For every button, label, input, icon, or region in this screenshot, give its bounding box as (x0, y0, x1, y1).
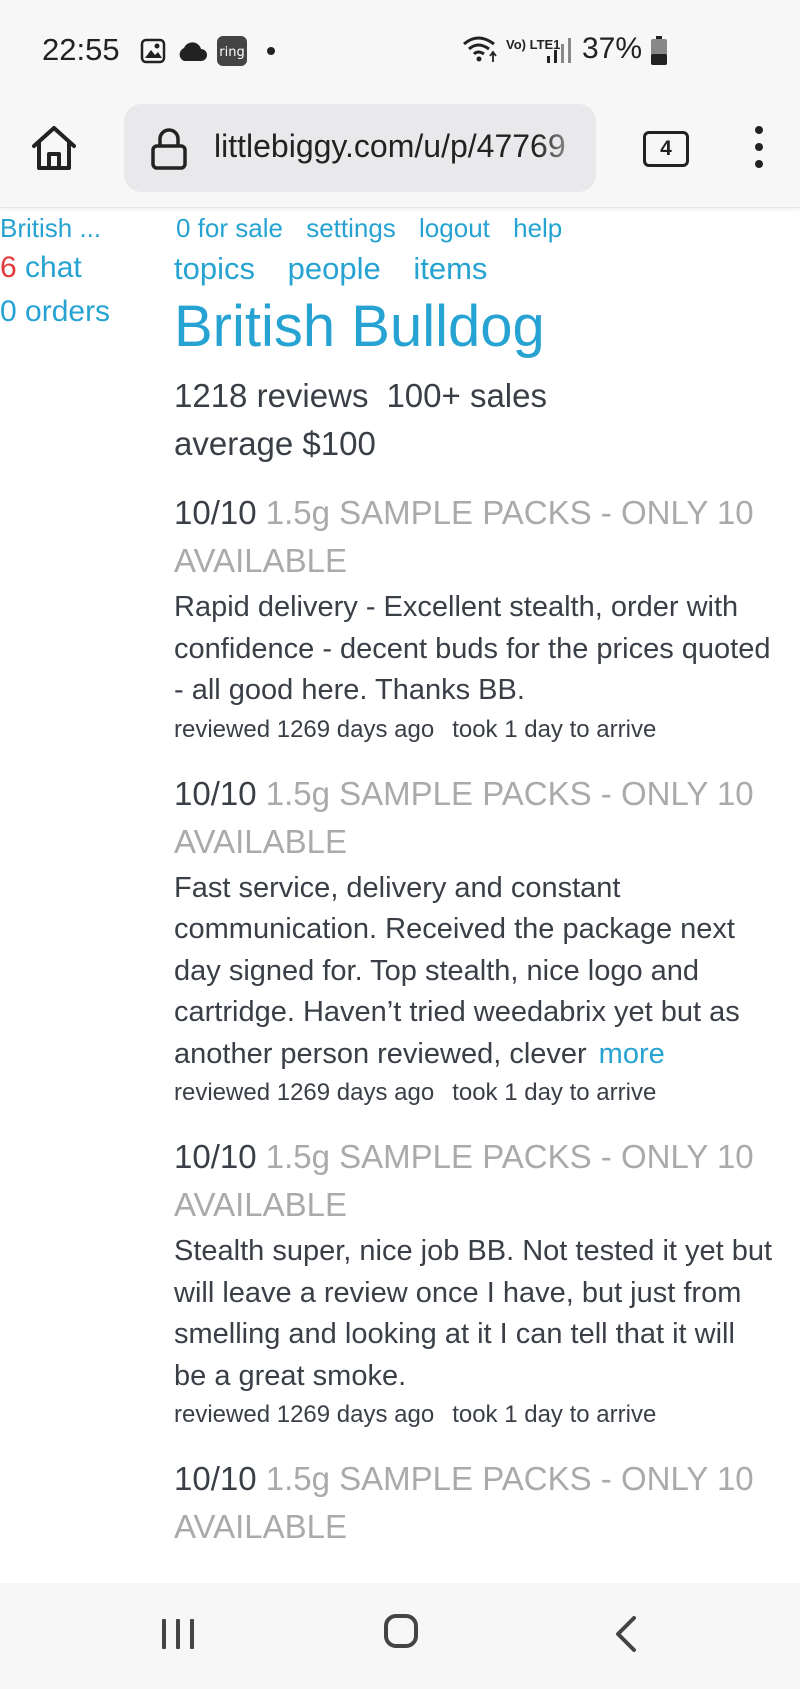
review-product-link[interactable]: 1.5g SAMPLE PACKS - ONLY 10 AVAILABLE (174, 1460, 754, 1545)
review-count: 1218 reviews (174, 377, 369, 414)
status-time: 22:55 (42, 32, 120, 67)
review-product-link[interactable]: 1.5g SAMPLE PACKS - ONLY 10 AVAILABLE (174, 775, 754, 860)
home-icon[interactable] (28, 122, 80, 174)
address-bar[interactable]: littlebiggy.com/u/p/47769 (124, 104, 596, 192)
review-text: Stealth super, nice job BB. Not tested i… (174, 1235, 773, 1392)
sidebar: British ... 6 chat 0 orders (0, 212, 160, 332)
review-item: 10/10 1.5g SAMPLE PACKS - ONLY 10 AVAILA… (174, 489, 774, 748)
review-product-link[interactable]: 1.5g SAMPLE PACKS - ONLY 10 AVAILABLE (174, 494, 754, 579)
nav-people-link[interactable]: people (288, 251, 381, 286)
review-arrival: took 1 day to arrive (452, 715, 657, 743)
back-icon[interactable] (612, 1615, 638, 1653)
recents-icon[interactable] (160, 1617, 196, 1651)
lock-icon[interactable] (150, 128, 188, 170)
review-score: 10/10 (174, 1138, 257, 1175)
nav-topics-link[interactable]: topics (174, 251, 255, 286)
sales-count: 100+ sales (386, 377, 547, 414)
review-item: 10/10 1.5g SAMPLE PACKS - ONLY 10 AVAILA… (174, 1133, 774, 1433)
sidebar-user-link[interactable]: British ... (0, 212, 160, 244)
logout-link[interactable]: logout (419, 213, 490, 243)
review-score: 10/10 (174, 1460, 257, 1497)
chat-count: 6 (0, 251, 17, 284)
sidebar-orders-link[interactable]: 0 orders (0, 292, 160, 332)
review-product-link[interactable]: 1.5g SAMPLE PACKS - ONLY 10 AVAILABLE (174, 1138, 754, 1223)
dot-icon (267, 47, 275, 55)
review-meta: reviewed 1269 days ago took 1 day to arri… (174, 1397, 774, 1433)
review-meta: reviewed 1269 days ago took 1 day to arri… (174, 712, 774, 748)
settings-link[interactable]: settings (306, 213, 396, 243)
tab-switcher-button[interactable]: 4 (643, 131, 689, 167)
help-link[interactable]: help (513, 213, 562, 243)
overflow-menu-icon[interactable] (752, 126, 766, 172)
ring-icon: ring (217, 36, 247, 66)
home-nav-icon[interactable] (383, 1613, 419, 1649)
review-date: reviewed 1269 days ago (174, 1079, 435, 1106)
reviews-list: 10/10 1.5g SAMPLE PACKS - ONLY 10 AVAILA… (174, 489, 774, 1573)
main-nav: topics people items (174, 249, 511, 289)
wifi-icon (463, 36, 497, 62)
review-date: reviewed 1269 days ago (174, 715, 435, 743)
review-header: 10/10 1.5g SAMPLE PACKS - ONLY 10 AVAILA… (174, 770, 774, 866)
review-text: Rapid delivery - Excellent stealth, orde… (174, 591, 771, 706)
signal-icon (547, 38, 571, 63)
url-text: littlebiggy.com/u/p/47769 (214, 128, 566, 164)
review-score: 10/10 (174, 494, 257, 531)
review-arrival: took 1 day to arrive (452, 1079, 657, 1106)
review-arrival: took 1 day to arrive (452, 1401, 657, 1428)
battery-percent: 37% (582, 32, 643, 65)
browser-toolbar: littlebiggy.com/u/p/47769 4 (0, 102, 800, 208)
review-text-container: Fast service, delivery and constant comm… (174, 868, 774, 1076)
system-nav-bar (0, 1583, 800, 1689)
page-title[interactable]: British Bulldog (174, 291, 545, 363)
for-sale-link[interactable]: 0 for sale (176, 213, 283, 243)
review-more-link[interactable]: more (599, 1038, 665, 1070)
image-icon (140, 38, 166, 64)
review-header: 10/10 1.5g SAMPLE PACKS - ONLY 10 AVAILA… (174, 1133, 774, 1229)
chat-label: chat (16, 251, 82, 284)
review-date: reviewed 1269 days ago (174, 1401, 435, 1428)
url-fade (536, 104, 596, 192)
battery-icon (651, 36, 667, 65)
account-links: 0 for sale settings logout help (176, 212, 578, 244)
status-bar: 22:55 ring Vo) LTE1 37% (0, 0, 800, 102)
average-price: average $100 (174, 425, 376, 462)
review-item: 10/10 1.5g SAMPLE PACKS - ONLY 10 AVAILA… (174, 770, 774, 1112)
svg-text:ring: ring (219, 45, 244, 60)
profile-stats: 1218 reviews 100+ sales average $100 (174, 372, 547, 468)
review-score: 10/10 (174, 774, 257, 812)
review-meta: reviewed 1269 days ago took 1 day to arri… (174, 1075, 774, 1111)
nav-items-link[interactable]: items (413, 251, 487, 286)
review-header: 10/10 1.5g SAMPLE PACKS - ONLY 10 AVAILA… (174, 1455, 774, 1551)
review-item: 10/10 1.5g SAMPLE PACKS - ONLY 10 AVAILA… (174, 1455, 774, 1551)
review-header: 10/10 1.5g SAMPLE PACKS - ONLY 10 AVAILA… (174, 489, 774, 585)
sidebar-chat-link[interactable]: 6 chat (0, 248, 160, 288)
cloud-icon (179, 42, 207, 61)
